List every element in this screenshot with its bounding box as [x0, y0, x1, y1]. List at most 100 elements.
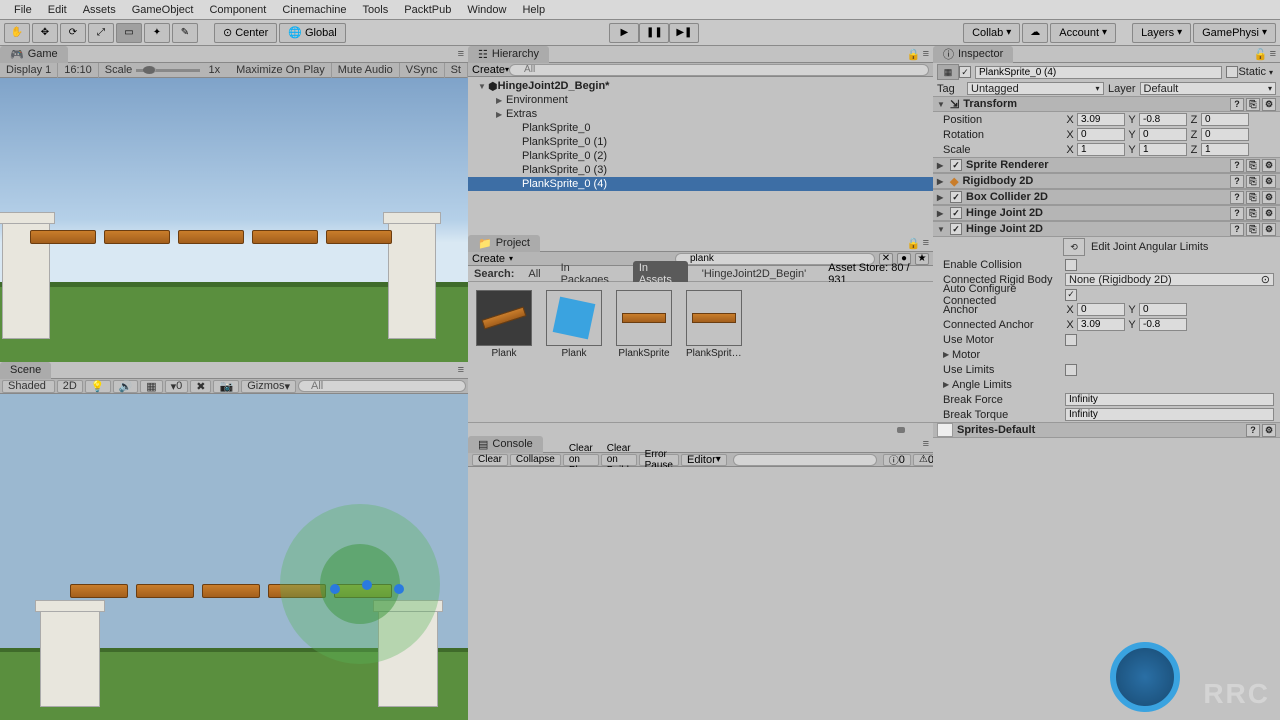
pos-y[interactable]	[1139, 113, 1187, 126]
use-limits-checkbox[interactable]	[1065, 364, 1077, 376]
hierarchy-item[interactable]: ▶Environment	[468, 93, 933, 107]
hierarchy-search[interactable]	[509, 64, 929, 76]
console-info-count[interactable]: ⓘ0	[883, 454, 911, 466]
material-header[interactable]: Sprites-Default?⚙	[933, 422, 1280, 438]
scene-view[interactable]	[0, 394, 468, 720]
panel-menu-icon[interactable]: ≡	[923, 237, 929, 250]
gizmos-dropdown[interactable]: Gizmos ▾	[241, 380, 296, 393]
shading-dropdown[interactable]: Shaded	[2, 380, 55, 393]
tag-dropdown[interactable]: Untagged▾	[967, 82, 1104, 95]
move-tool[interactable]: ✥	[32, 23, 58, 43]
hierarchy-item[interactable]: PlankSprite_0 (2)	[468, 149, 933, 163]
active-checkbox[interactable]: ✓	[959, 66, 971, 78]
pivot-toggle[interactable]: ⊙Center	[214, 23, 277, 43]
object-picker-icon[interactable]: ⊙	[1261, 273, 1270, 286]
component-help-icon[interactable]: ?	[1230, 98, 1244, 111]
step-button[interactable]: ▶❚	[669, 23, 699, 43]
hierarchy-scene-row[interactable]: ▼⬢HingeJoint2D_Begin*	[468, 79, 933, 93]
component-enable-checkbox[interactable]: ✓	[950, 207, 962, 219]
scene-camera-toggle[interactable]: 📷	[213, 380, 239, 393]
rot-z[interactable]	[1201, 128, 1249, 141]
layer-dropdown[interactable]: Default▾	[1140, 82, 1277, 95]
custom-tool[interactable]: ✎	[172, 23, 198, 43]
object-name-field[interactable]	[975, 66, 1222, 79]
scene-audio-toggle[interactable]: 🔊	[113, 380, 139, 393]
rot-x[interactable]	[1077, 128, 1125, 141]
pause-button[interactable]: ❚❚	[639, 23, 669, 43]
console-search[interactable]	[733, 454, 877, 466]
rect-tool[interactable]: ▭	[116, 23, 142, 43]
menu-gameobject[interactable]: GameObject	[124, 1, 202, 19]
project-create-dropdown[interactable]: Create	[472, 253, 505, 265]
static-dropdown-icon[interactable]: ▾	[1266, 68, 1276, 77]
rotate-tool[interactable]: ⟳	[60, 23, 86, 43]
stats-toggle[interactable]: St	[445, 63, 468, 78]
hierarchy-tab[interactable]: ☷Hierarchy	[468, 46, 549, 63]
scl-z[interactable]	[1201, 143, 1249, 156]
account-dropdown[interactable]: Account ▾	[1050, 23, 1116, 43]
panel-menu-icon[interactable]: ≡	[458, 48, 464, 60]
hierarchy-item-selected[interactable]: PlankSprite_0 (4)	[468, 177, 933, 191]
panel-lock-icon[interactable]: 🔒	[907, 237, 921, 250]
hand-tool[interactable]: ✋	[4, 23, 30, 43]
console-clear-build[interactable]: Clear on Build	[601, 454, 637, 466]
panel-menu-icon[interactable]: ≡	[1270, 48, 1276, 61]
scene-search[interactable]	[298, 380, 466, 392]
conn-anchor-x[interactable]	[1077, 318, 1125, 331]
panel-lock-icon[interactable]: 🔓	[1254, 48, 1268, 61]
conn-anchor-y[interactable]	[1139, 318, 1187, 331]
menu-file[interactable]: File	[6, 1, 40, 19]
display-dropdown[interactable]: Display 1	[0, 63, 58, 78]
break-force-field[interactable]	[1065, 393, 1274, 406]
menu-assets[interactable]: Assets	[75, 1, 124, 19]
console-tab[interactable]: ▤Console	[468, 436, 543, 453]
angle-limits-foldout[interactable]: Angle Limits	[952, 379, 1064, 391]
pos-z[interactable]	[1201, 113, 1249, 126]
menu-edit[interactable]: Edit	[40, 1, 75, 19]
hierarchy-create-dropdown[interactable]: Create	[472, 64, 505, 76]
pos-x[interactable]	[1077, 113, 1125, 126]
console-error-pause[interactable]: Error Pause	[639, 454, 679, 466]
scene-fx-toggle[interactable]: ▦	[140, 380, 162, 393]
asset-item[interactable]: Plank	[546, 290, 602, 359]
static-checkbox[interactable]	[1226, 66, 1238, 78]
rot-y[interactable]	[1139, 128, 1187, 141]
console-clear[interactable]: Clear	[472, 454, 508, 466]
project-size-slider[interactable]	[468, 422, 933, 436]
cloud-button[interactable]: ☁	[1022, 23, 1048, 43]
break-torque-field[interactable]	[1065, 408, 1274, 421]
anchor-x[interactable]	[1077, 303, 1125, 316]
panel-menu-icon[interactable]: ≡	[923, 48, 929, 61]
scale-tool[interactable]: ⤢	[88, 23, 114, 43]
component-menu-icon[interactable]: ⚙	[1262, 98, 1276, 111]
asset-item[interactable]: Plank	[476, 290, 532, 359]
menu-packtpub[interactable]: PacktPub	[396, 1, 459, 19]
scl-y[interactable]	[1139, 143, 1187, 156]
connected-body-field[interactable]: None (Rigidbody 2D)⊙	[1065, 273, 1274, 286]
mute-audio[interactable]: Mute Audio	[332, 63, 400, 78]
hierarchy-item[interactable]: PlankSprite_0 (3)	[468, 163, 933, 177]
scene-light-toggle[interactable]: 💡	[85, 380, 111, 393]
enable-collision-checkbox[interactable]	[1065, 259, 1077, 271]
scene-tab[interactable]: Scene	[0, 362, 51, 379]
component-enable-checkbox[interactable]: ✓	[950, 191, 962, 203]
scene-gizmo-toggle[interactable]: ▾0	[165, 380, 189, 393]
play-button[interactable]: ▶	[609, 23, 639, 43]
edit-joint-button[interactable]: ⟲	[1063, 238, 1085, 256]
motor-foldout[interactable]: Motor	[952, 349, 1064, 361]
space-toggle[interactable]: 🌐Global	[279, 23, 346, 43]
game-tab[interactable]: 🎮Game	[0, 46, 68, 63]
component-enable-checkbox[interactable]: ✓	[950, 223, 962, 235]
project-tab[interactable]: 📁Project	[468, 235, 540, 252]
component-preset-icon[interactable]: ⎘	[1246, 98, 1260, 111]
menu-component[interactable]: Component	[201, 1, 274, 19]
menu-window[interactable]: Window	[459, 1, 514, 19]
aspect-dropdown[interactable]: 16:10	[58, 63, 99, 78]
menu-tools[interactable]: Tools	[355, 1, 397, 19]
hierarchy-list[interactable]: ▼⬢HingeJoint2D_Begin* ▶Environment ▶Extr…	[468, 77, 933, 235]
mode-2d-toggle[interactable]: 2D	[57, 380, 83, 393]
scale-slider[interactable]	[136, 69, 200, 72]
asset-item[interactable]: PlankSprite...	[686, 290, 742, 359]
transform-header[interactable]: ▼⇲ Transform ?⎘⚙	[933, 96, 1280, 112]
auto-configure-checkbox[interactable]: ✓	[1065, 289, 1077, 301]
